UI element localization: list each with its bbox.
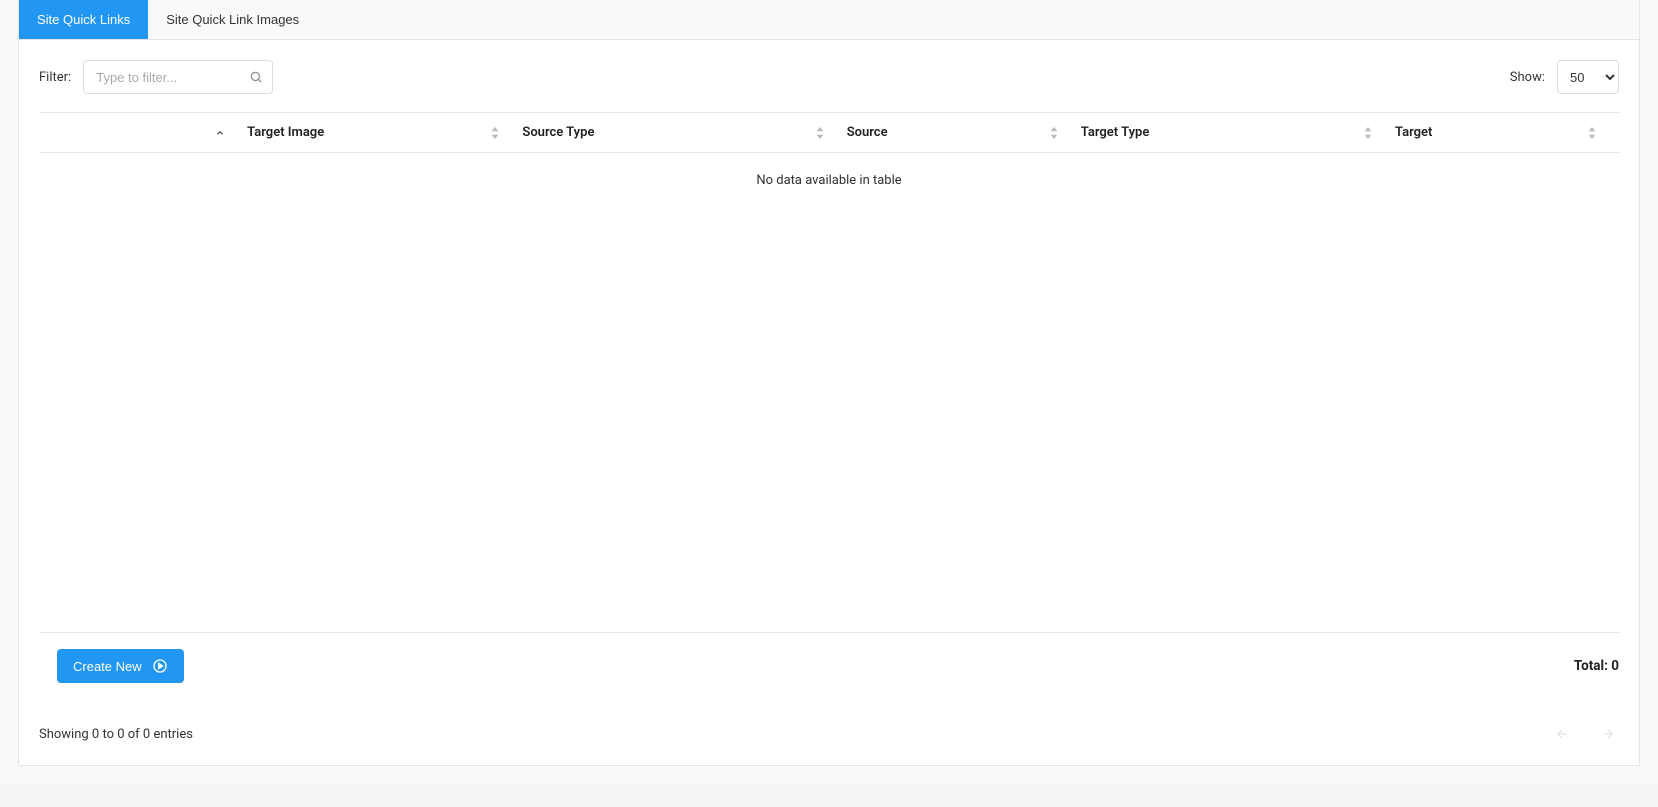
col-label: Target [1395, 125, 1432, 140]
col-target-type[interactable]: Target Type [1081, 113, 1395, 153]
empty-row: No data available in table [39, 153, 1619, 209]
col-label: Source Type [522, 125, 594, 140]
bottom-row: Showing 0 to 0 of 0 entries [39, 723, 1619, 745]
showing-text: Showing 0 to 0 of 0 entries [39, 727, 193, 742]
pager [1551, 723, 1619, 745]
controls-row: Filter: Show: 50 [39, 60, 1619, 94]
panel: Site Quick Links Site Quick Link Images … [18, 0, 1640, 766]
table-body-spacer [39, 208, 1619, 628]
col-label: Target Type [1081, 125, 1150, 140]
col-target[interactable]: Target [1395, 113, 1619, 153]
arrow-left-icon [1555, 727, 1569, 741]
play-circle-icon [152, 658, 168, 674]
create-new-button[interactable]: Create New [57, 649, 184, 683]
sort-both-icon [1363, 127, 1387, 139]
page-container: Site Quick Links Site Quick Link Images … [0, 0, 1658, 784]
data-table: Target Image Source Type [39, 112, 1619, 208]
col-source[interactable]: Source [847, 113, 1081, 153]
sort-both-icon [1049, 127, 1073, 139]
filter-group: Filter: [39, 60, 273, 94]
filter-label: Filter: [39, 70, 71, 85]
tabs: Site Quick Links Site Quick Link Images [19, 0, 1639, 40]
sort-both-icon [1587, 127, 1611, 139]
tab-site-quick-link-images[interactable]: Site Quick Link Images [148, 0, 317, 39]
footer-row: Create New Total: 0 [39, 632, 1619, 683]
pager-prev-button[interactable] [1551, 723, 1573, 745]
chevron-up-icon [215, 128, 239, 138]
filter-input-wrap [83, 60, 273, 94]
filter-input[interactable] [83, 60, 273, 94]
arrow-right-icon [1601, 727, 1615, 741]
col-label: Target Image [247, 125, 324, 140]
col-target-image[interactable]: Target Image [39, 113, 522, 153]
show-group: Show: 50 [1510, 60, 1619, 94]
pager-next-button[interactable] [1597, 723, 1619, 745]
tab-site-quick-links[interactable]: Site Quick Links [19, 0, 148, 39]
total-label: Total: 0 [1574, 658, 1619, 674]
sort-both-icon [490, 127, 514, 139]
col-label: Source [847, 125, 888, 140]
content: Filter: Show: 50 [19, 40, 1639, 765]
empty-message: No data available in table [39, 153, 1619, 209]
show-label: Show: [1510, 70, 1545, 85]
create-new-label: Create New [73, 659, 142, 674]
col-source-type[interactable]: Source Type [522, 113, 846, 153]
show-select[interactable]: 50 [1557, 60, 1619, 94]
sort-both-icon [815, 127, 839, 139]
